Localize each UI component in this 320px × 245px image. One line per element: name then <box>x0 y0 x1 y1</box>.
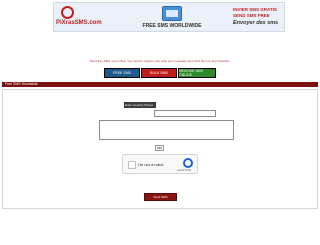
recaptcha-checkbox[interactable] <box>128 161 136 169</box>
header-banner: PiXrasSMS.com FREE SMS WORLDWIDE INVIER … <box>53 2 285 32</box>
banner-line-french: Envoyer des sms <box>233 20 279 26</box>
logo-ring-icon <box>61 6 74 19</box>
message-textarea[interactable] <box>99 120 234 140</box>
free-sms-button[interactable]: FREE SMS <box>104 68 140 78</box>
banner-caption: FREE SMS WORLDWIDE <box>142 23 202 29</box>
banner-center: FREE SMS WORLDWIDE <box>136 5 208 31</box>
envelope-icon <box>162 6 182 21</box>
phone-label: Enter Country Phone <box>124 102 156 108</box>
banner-languages: INVIER SMS GRATIS SEND SMS FREE Envoyer … <box>229 5 284 31</box>
site-logo[interactable]: PiXrasSMS.com <box>56 5 110 31</box>
banner-line-spanish: INVIER SMS GRATIS <box>233 7 277 12</box>
recaptcha-logo-icon <box>183 158 193 168</box>
send-sms-button[interactable]: Send SMS <box>144 193 177 201</box>
recaptcha-label: I'm not a robot <box>138 162 164 167</box>
section-title: Free SMS Worldwide <box>5 82 39 86</box>
recaptcha-brand: reCAPTCHA <box>177 169 192 172</box>
receive-sms-button[interactable]: RECEIVE SMS ONLINE <box>178 68 216 78</box>
bulk-sms-button[interactable]: BULK SMS <box>141 68 177 78</box>
intro-text: Send free SMS now online, You need to re… <box>89 59 231 63</box>
char-counter <box>155 145 164 151</box>
section-header: Free SMS Worldwide <box>2 82 318 87</box>
banner-line-english: SEND SMS FREE <box>233 13 270 18</box>
phone-input[interactable] <box>154 110 216 117</box>
logo-text: PiXrasSMS.com <box>56 20 102 26</box>
recaptcha-widget: I'm not a robot reCAPTCHA <box>122 154 198 174</box>
